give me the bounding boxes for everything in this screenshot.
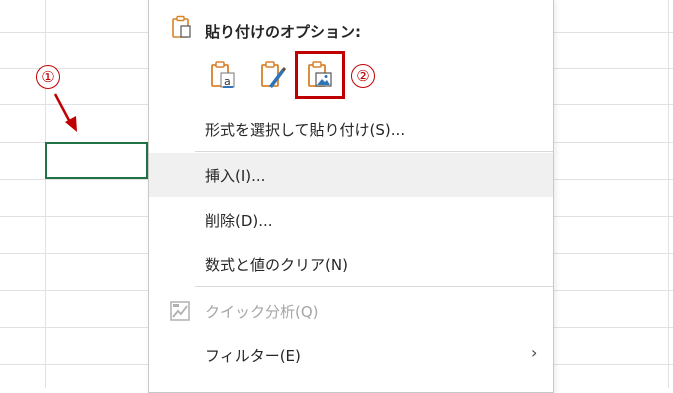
selected-cell[interactable]: [45, 142, 148, 179]
menu-item-paste-special[interactable]: 形式を選択して貼り付け(S)...: [149, 107, 553, 151]
clipboard-icon: [172, 15, 191, 38]
menu-separator: [195, 151, 553, 152]
grid-line: [45, 0, 46, 388]
menu-item-label: 数式と値のクリア(N): [205, 255, 348, 274]
paste-formatting-icon: [261, 61, 286, 88]
paste-options-title: 貼り付けのオプション:: [205, 23, 361, 41]
paste-values-icon: a: [211, 61, 235, 88]
grid-line: [668, 0, 669, 388]
menu-item-delete[interactable]: 削除(D)...: [149, 198, 553, 242]
menu-item-filter[interactable]: フィルター(E) ›: [149, 333, 553, 377]
annotation-marker-2: ②: [351, 64, 375, 88]
paste-picture-highlight: [295, 51, 345, 99]
menu-item-label: 挿入(I)...: [205, 166, 266, 185]
annotation-arrow-icon: [53, 93, 77, 132]
menu-item-clear-contents[interactable]: 数式と値のクリア(N): [149, 242, 553, 286]
chevron-right-icon: ›: [531, 343, 538, 362]
menu-item-quick-analysis: クイック分析(Q): [149, 289, 553, 333]
annotation-marker-1: ①: [36, 65, 60, 89]
menu-item-insert[interactable]: 挿入(I)...: [149, 153, 553, 197]
menu-item-label: 削除(D)...: [205, 211, 273, 230]
menu-item-label: クイック分析(Q): [205, 302, 319, 321]
quick-analysis-icon: [170, 301, 190, 321]
context-menu: 貼り付けのオプション: a ② 形式を選択して貼り付け(S)... 挿入(I).…: [148, 0, 554, 393]
paste-formatting-button[interactable]: [255, 57, 291, 93]
menu-item-label: 形式を選択して貼り付け(S)...: [205, 120, 406, 139]
menu-item-label: フィルター(E): [205, 346, 301, 365]
paste-values-button[interactable]: a: [205, 57, 241, 93]
menu-separator: [195, 286, 553, 287]
